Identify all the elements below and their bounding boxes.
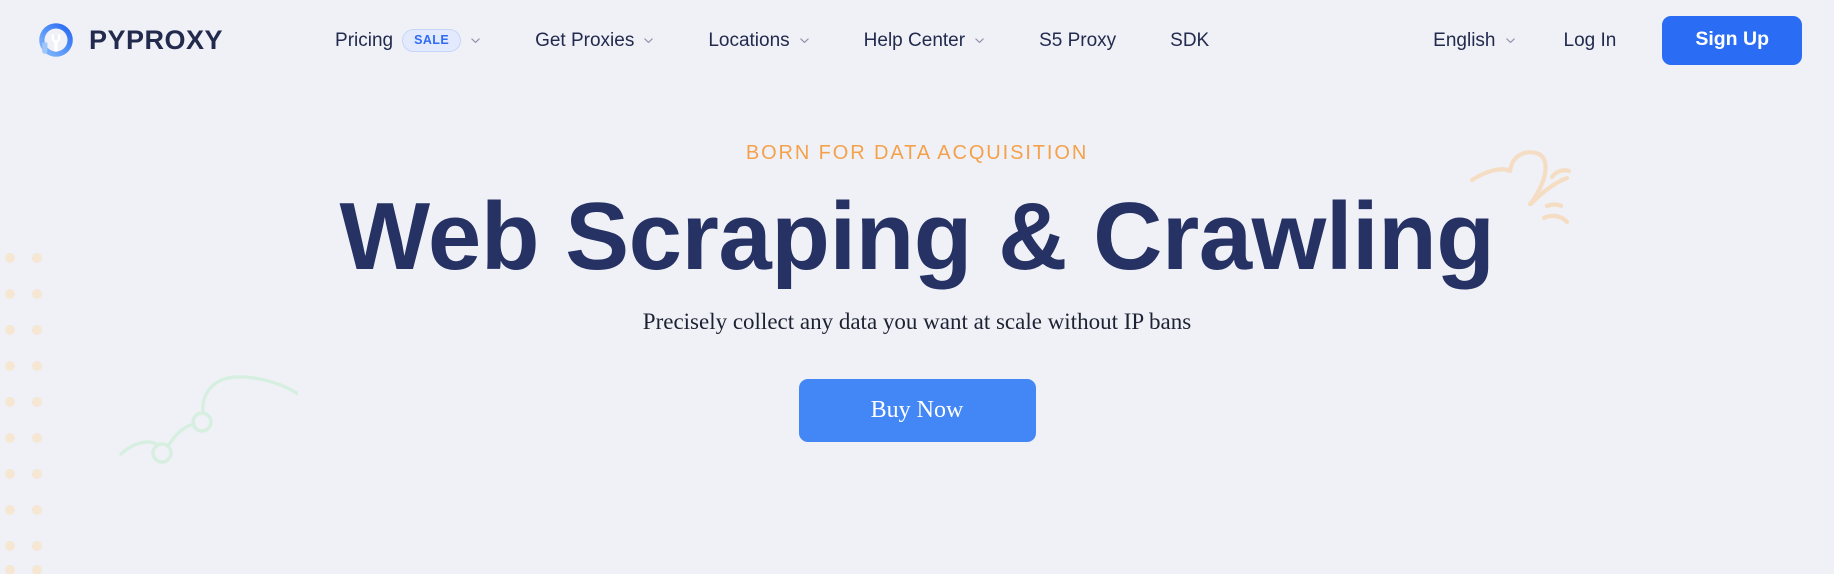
hero-section: BORN FOR DATA ACQUISITION Web Scraping &…	[0, 80, 1834, 574]
page-title: Web Scraping & Crawling	[339, 183, 1495, 290]
chevron-down-icon	[643, 35, 654, 46]
nav-label: S5 Proxy	[1039, 29, 1117, 51]
brand-logo[interactable]: PYPROXY	[36, 20, 223, 60]
signup-button[interactable]: Sign Up	[1662, 15, 1802, 65]
chevron-down-icon	[1505, 35, 1516, 46]
nav-label: Locations	[708, 29, 790, 51]
language-label: English	[1433, 29, 1496, 51]
nav-label: Pricing	[335, 29, 394, 51]
sale-badge: SALE	[402, 28, 462, 52]
pyproxy-circle-logo-icon	[36, 20, 76, 60]
nav-item-sdk[interactable]: SDK	[1143, 17, 1236, 63]
primary-navigation: Pricing SALE Get Proxies Locations Help …	[308, 17, 1236, 63]
header-actions: English Log In Sign Up	[1409, 15, 1802, 65]
hero-eyebrow: BORN FOR DATA ACQUISITION	[745, 142, 1089, 164]
chevron-down-icon	[470, 35, 481, 46]
nav-item-locations[interactable]: Locations	[681, 17, 836, 63]
buy-now-button[interactable]: Buy Now	[798, 378, 1036, 442]
nav-label: SDK	[1170, 29, 1210, 51]
login-label: Log In	[1563, 29, 1617, 51]
nav-label: Help Center	[863, 29, 966, 51]
hero-subtitle: Precisely collect any data you want at s…	[642, 308, 1192, 334]
brand-name: PYPROXY	[89, 24, 224, 55]
nav-item-get-proxies[interactable]: Get Proxies	[508, 17, 681, 63]
nav-item-s5-proxy[interactable]: S5 Proxy	[1012, 17, 1143, 63]
chevron-down-icon	[974, 35, 985, 46]
nav-item-pricing[interactable]: Pricing SALE	[308, 17, 508, 63]
nav-item-help-center[interactable]: Help Center	[837, 17, 1012, 63]
nav-label: Get Proxies	[535, 29, 635, 51]
language-selector[interactable]: English	[1409, 17, 1539, 63]
chevron-down-icon	[799, 35, 810, 46]
login-link[interactable]: Log In	[1540, 17, 1641, 63]
site-header: PYPROXY Pricing SALE Get Proxies Locatio…	[0, 0, 1834, 80]
